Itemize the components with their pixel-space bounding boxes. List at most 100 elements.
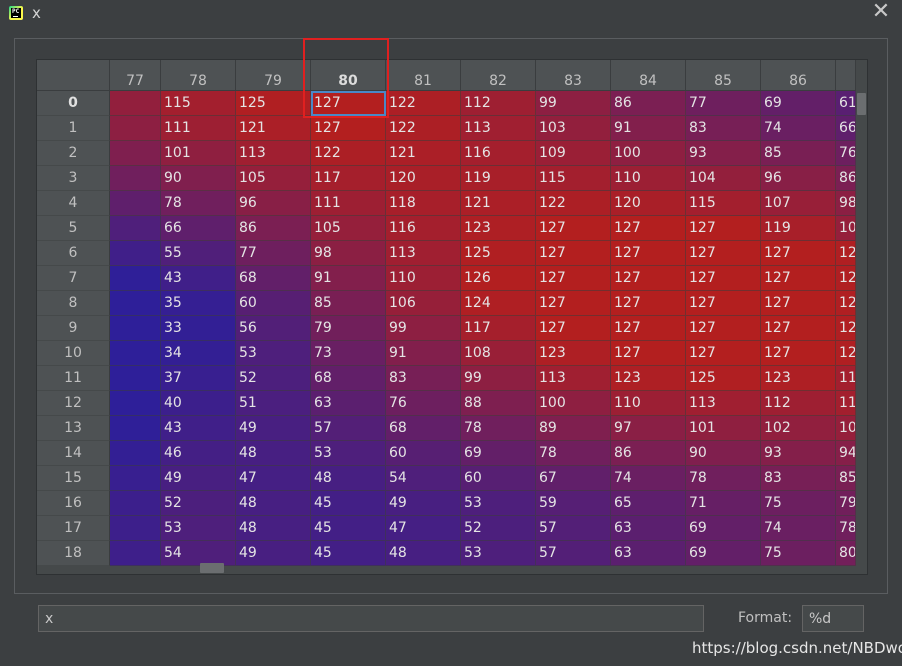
table-cell[interactable]: 125 — [236, 91, 311, 116]
column-header[interactable]: 79 — [236, 60, 311, 91]
table-cell[interactable]: 115 — [536, 166, 611, 191]
table-cell[interactable]: 49 — [386, 491, 461, 516]
table-cell[interactable]: 98 — [836, 191, 856, 216]
table-cell[interactable]: 127 — [536, 316, 611, 341]
table-cell[interactable]: 127 — [761, 316, 836, 341]
row-header[interactable]: 15 — [37, 466, 110, 491]
row-header[interactable]: 14 — [37, 441, 110, 466]
table-cell[interactable]: 104 — [686, 166, 761, 191]
table-cell[interactable]: 78 — [461, 416, 536, 441]
table-cell[interactable]: 127 — [311, 91, 386, 116]
table-cell[interactable] — [110, 191, 161, 216]
table-cell[interactable]: 68 — [311, 366, 386, 391]
table-cell[interactable]: 105 — [311, 216, 386, 241]
row-header[interactable]: 13 — [37, 416, 110, 441]
table-cell[interactable]: 10 — [836, 216, 856, 241]
row-header[interactable]: 9 — [37, 316, 110, 341]
table-cell[interactable]: 66 — [836, 116, 856, 141]
table-cell[interactable]: 113 — [386, 241, 461, 266]
table-cell[interactable]: 101 — [161, 141, 236, 166]
table-cell[interactable]: 63 — [611, 516, 686, 541]
table-cell[interactable]: 116 — [386, 216, 461, 241]
table-cell[interactable]: 122 — [386, 91, 461, 116]
table-cell[interactable]: 120 — [611, 191, 686, 216]
table-cell[interactable]: 61 — [836, 91, 856, 116]
table-cell[interactable]: 99 — [536, 91, 611, 116]
table-cell[interactable]: 91 — [311, 266, 386, 291]
table-cell[interactable]: 121 — [461, 191, 536, 216]
table-cell[interactable]: 47 — [386, 516, 461, 541]
row-header[interactable]: 0 — [37, 91, 110, 116]
table-cell[interactable] — [110, 266, 161, 291]
table-cell[interactable]: 73 — [311, 341, 386, 366]
table-cell[interactable]: 51 — [236, 391, 311, 416]
row-header[interactable]: 4 — [37, 191, 110, 216]
table-cell[interactable]: 113 — [686, 391, 761, 416]
table-cell[interactable]: 122 — [536, 191, 611, 216]
table-cell[interactable]: 57 — [311, 416, 386, 441]
table-cell[interactable]: 119 — [461, 166, 536, 191]
horizontal-scrollbar-thumb[interactable] — [200, 563, 224, 573]
table-cell[interactable]: 74 — [761, 516, 836, 541]
table-cell[interactable]: 57 — [536, 541, 611, 566]
table-cell[interactable]: 86 — [611, 91, 686, 116]
table-cell[interactable]: 100 — [536, 391, 611, 416]
table-cell[interactable]: 127 — [686, 341, 761, 366]
table-cell[interactable]: 12 — [836, 341, 856, 366]
row-header[interactable]: 17 — [37, 516, 110, 541]
column-header[interactable]: 86 — [761, 60, 836, 91]
table-cell[interactable]: 67 — [536, 466, 611, 491]
table-cell[interactable]: 37 — [161, 366, 236, 391]
table-cell[interactable]: 86 — [236, 216, 311, 241]
table-cell[interactable]: 127 — [761, 266, 836, 291]
table-cell[interactable]: 127 — [761, 291, 836, 316]
table-cell[interactable]: 120 — [386, 166, 461, 191]
table-cell[interactable]: 12 — [836, 241, 856, 266]
table-cell[interactable]: 69 — [686, 516, 761, 541]
table-cell[interactable]: 54 — [161, 541, 236, 566]
table-cell[interactable]: 43 — [161, 416, 236, 441]
table-cell[interactable]: 119 — [761, 216, 836, 241]
vertical-scrollbar-thumb[interactable] — [857, 93, 866, 115]
table-cell[interactable]: 113 — [536, 366, 611, 391]
table-cell[interactable]: 124 — [461, 291, 536, 316]
table-cell[interactable]: 52 — [161, 491, 236, 516]
table-cell[interactable]: 123 — [761, 366, 836, 391]
table-cell[interactable]: 48 — [236, 491, 311, 516]
table-cell[interactable]: 11 — [836, 391, 856, 416]
table-cell[interactable]: 117 — [461, 316, 536, 341]
column-header[interactable]: 77 — [110, 60, 161, 91]
table-cell[interactable] — [110, 166, 161, 191]
table-cell[interactable]: 59 — [536, 491, 611, 516]
table-cell[interactable]: 71 — [686, 491, 761, 516]
table-cell[interactable]: 91 — [386, 341, 461, 366]
table-cell[interactable]: 53 — [461, 491, 536, 516]
row-header[interactable]: 2 — [37, 141, 110, 166]
table-cell[interactable]: 69 — [761, 91, 836, 116]
row-header[interactable]: 12 — [37, 391, 110, 416]
table-cell[interactable]: 127 — [536, 216, 611, 241]
table-cell[interactable]: 110 — [611, 391, 686, 416]
table-cell[interactable]: 115 — [686, 191, 761, 216]
table-cell[interactable]: 47 — [236, 466, 311, 491]
table-cell[interactable]: 85 — [761, 141, 836, 166]
table-cell[interactable]: 86 — [611, 441, 686, 466]
table-cell[interactable] — [110, 416, 161, 441]
column-header[interactable]: 81 — [386, 60, 461, 91]
column-header[interactable]: 82 — [461, 60, 536, 91]
table-cell[interactable]: 127 — [686, 316, 761, 341]
table-cell[interactable]: 78 — [836, 516, 856, 541]
table-cell[interactable] — [110, 541, 161, 566]
table-cell[interactable]: 116 — [461, 141, 536, 166]
table-cell[interactable]: 108 — [461, 341, 536, 366]
table-cell[interactable]: 33 — [161, 316, 236, 341]
format-input[interactable] — [802, 605, 864, 632]
table-cell[interactable]: 118 — [386, 191, 461, 216]
table-cell[interactable]: 127 — [611, 316, 686, 341]
table-cell[interactable]: 127 — [761, 241, 836, 266]
table-cell[interactable]: 53 — [311, 441, 386, 466]
table-cell[interactable] — [110, 441, 161, 466]
table-cell[interactable]: 105 — [236, 166, 311, 191]
table-cell[interactable]: 60 — [236, 291, 311, 316]
row-header[interactable]: 8 — [37, 291, 110, 316]
